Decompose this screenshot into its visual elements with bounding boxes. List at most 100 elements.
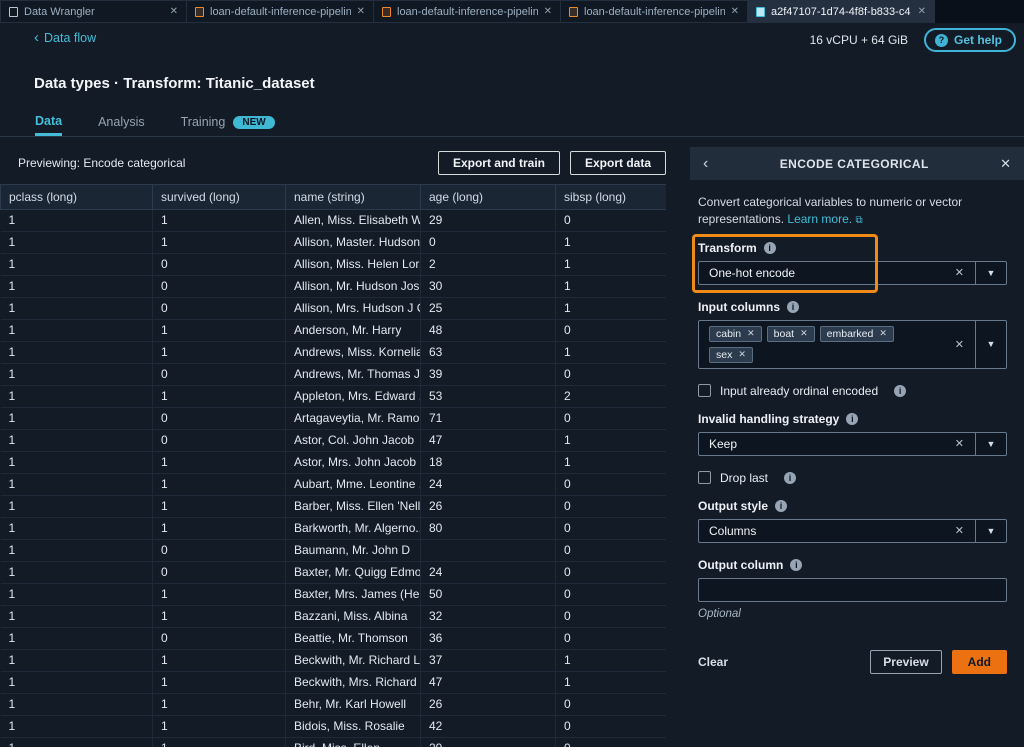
table-cell: Aubart, Mme. Leontine ... <box>285 473 421 496</box>
browser-tab[interactable]: loan-default-inference-pipelin ✕ <box>187 0 374 23</box>
chip-cabin[interactable]: cabin ✕ <box>709 325 762 342</box>
invalid-handling-label: Invalid handling strategy i <box>698 412 1007 426</box>
external-link-icon: ⧉ <box>855 215 863 227</box>
browser-tab[interactable]: a2f47107-1d74-4f8f-b833-c4 ✕ <box>748 0 935 23</box>
invalid-handling-select[interactable]: Keep ✕ ▼ <box>698 431 1007 456</box>
output-column-input[interactable] <box>698 577 1007 602</box>
export-data-button[interactable]: Export data <box>569 151 666 175</box>
output-column-label: Output column i <box>698 558 1007 572</box>
browser-tab[interactable]: Data Wrangler ✕ <box>0 0 187 23</box>
remove-chip-icon[interactable]: ✕ <box>879 328 887 339</box>
input-columns-select[interactable]: cabin ✕ boat ✕ embarked ✕ sex ✕ ✕ ▼ <box>698 319 1007 369</box>
chip-embarked[interactable]: embarked ✕ <box>819 325 894 342</box>
table-cell: 1 <box>0 231 153 254</box>
table-cell: 1 <box>152 517 286 540</box>
table-cell: 1 <box>0 693 153 716</box>
table-cell: Barber, Miss. Ellen 'Nellie' <box>285 495 421 518</box>
preview-button[interactable]: Preview <box>870 649 942 674</box>
column-header[interactable]: age (long) <box>420 184 556 210</box>
close-tab-icon[interactable]: ✕ <box>731 6 739 17</box>
tab-data[interactable]: Data <box>35 108 63 136</box>
table-cell: 1 <box>0 671 153 694</box>
table-cell: 53 <box>420 385 556 408</box>
table-cell: Bird, Miss. Ellen <box>285 737 421 747</box>
tab-training[interactable]: Training NEW <box>181 108 275 136</box>
column-header[interactable]: name (string) <box>285 184 421 210</box>
back-to-data-flow-link[interactable]: ‹ Data flow <box>34 30 96 45</box>
chevron-down-icon[interactable]: ▼ <box>976 339 1006 349</box>
learn-more-link[interactable]: Learn more. ⧉ <box>787 212 862 226</box>
clear-selection-icon[interactable]: ✕ <box>944 437 975 450</box>
browser-tab[interactable]: loan-default-inference-pipelin ✕ <box>374 0 561 23</box>
close-tab-icon[interactable]: ✕ <box>918 6 926 17</box>
table-cell: 0 <box>152 363 286 386</box>
remove-chip-icon[interactable]: ✕ <box>738 349 746 360</box>
chevron-down-icon[interactable]: ▼ <box>976 439 1006 449</box>
info-icon[interactable]: i <box>787 300 799 313</box>
table-cell: 63 <box>420 341 556 364</box>
table-cell: 1 <box>152 473 286 496</box>
table-cell: 0 <box>152 539 286 562</box>
table-cell: Bazzani, Miss. Albina <box>285 605 421 628</box>
drop-last-checkbox[interactable] <box>698 471 711 485</box>
page-title: Data types · Transform: Titanic_dataset <box>34 75 315 92</box>
table-cell: 1 <box>152 693 286 716</box>
table-cell: 0 <box>555 737 666 747</box>
tab-analysis[interactable]: Analysis <box>98 108 145 136</box>
transform-select[interactable]: One-hot encode ✕ ▼ <box>698 260 1007 285</box>
remove-chip-icon[interactable]: ✕ <box>747 328 755 339</box>
transform-field: Transform i One-hot encode ✕ ▼ <box>692 233 1007 293</box>
info-icon[interactable]: i <box>846 412 859 425</box>
notebook-icon <box>569 6 578 17</box>
table-cell: Beckwith, Mrs. Richard ... <box>285 671 421 694</box>
ordinal-encoded-checkbox[interactable] <box>698 384 711 398</box>
table-cell: 0 <box>555 561 666 584</box>
table-row: 1 1 Behr, Mr. Karl Howell 26 0 <box>0 693 666 716</box>
column-header[interactable]: sibsp (long) <box>555 184 666 210</box>
table-cell: 71 <box>420 407 556 430</box>
new-badge: NEW <box>233 115 275 129</box>
transform-select-value: One-hot encode <box>709 265 796 280</box>
close-tab-icon[interactable]: ✕ <box>544 6 552 17</box>
table-cell: 1 <box>555 649 666 672</box>
chevron-down-icon[interactable]: ▼ <box>976 526 1006 536</box>
table-row: 1 0 Baxter, Mr. Quigg Edmo... 24 0 <box>0 561 666 584</box>
chip-sex[interactable]: sex ✕ <box>709 346 753 363</box>
column-header[interactable]: pclass (long) <box>0 184 153 210</box>
chevron-down-icon[interactable]: ▼ <box>976 268 1006 278</box>
info-icon[interactable]: i <box>763 241 776 254</box>
table-cell: 47 <box>420 671 556 694</box>
info-icon[interactable]: i <box>894 384 907 397</box>
info-icon[interactable]: i <box>790 558 803 571</box>
info-icon[interactable]: i <box>784 471 797 484</box>
table-cell: 1 <box>152 737 286 747</box>
output-style-select[interactable]: Columns ✕ ▼ <box>698 518 1007 543</box>
clear-button[interactable]: Clear <box>698 655 728 669</box>
header-right: 16 vCPU + 64 GiB ? Get help <box>810 28 1016 52</box>
table-cell: 39 <box>420 363 556 386</box>
data-table: pclass (long) survived (long) name (string… <box>0 184 666 747</box>
clear-selection-icon[interactable]: ✕ <box>944 266 975 279</box>
export-and-train-button[interactable]: Export and train <box>437 151 560 175</box>
table-row: 1 0 Baumann, Mr. John D0 <box>0 539 666 562</box>
clear-selection-icon[interactable]: ✕ <box>944 524 975 537</box>
get-help-button[interactable]: ? Get help <box>923 28 1016 52</box>
browser-tab-label: loan-default-inference-pipelin <box>397 5 538 18</box>
column-header[interactable]: survived (long) <box>152 184 286 210</box>
table-cell: 18 <box>420 451 556 474</box>
table-header-row: pclass (long) survived (long) name (string… <box>0 184 666 210</box>
table-cell: 1 <box>555 451 666 474</box>
chip-boat[interactable]: boat ✕ <box>766 325 815 342</box>
clear-selection-icon[interactable]: ✕ <box>944 338 975 351</box>
add-button[interactable]: Add <box>951 649 1007 674</box>
optional-hint: Optional <box>698 607 741 620</box>
table-cell: 1 <box>0 407 153 430</box>
panel-close-icon[interactable]: ✕ <box>1000 156 1011 172</box>
browser-tab[interactable]: loan-default-inference-pipelin ✕ <box>561 0 748 23</box>
info-icon[interactable]: i <box>775 499 788 512</box>
panel-actions: Clear Preview Add <box>698 649 1007 674</box>
ordinal-encoded-checkbox-row: Input already ordinal encoded i <box>698 384 1007 398</box>
close-tab-icon[interactable]: ✕ <box>357 6 365 17</box>
close-tab-icon[interactable]: ✕ <box>170 6 178 17</box>
remove-chip-icon[interactable]: ✕ <box>800 328 808 339</box>
